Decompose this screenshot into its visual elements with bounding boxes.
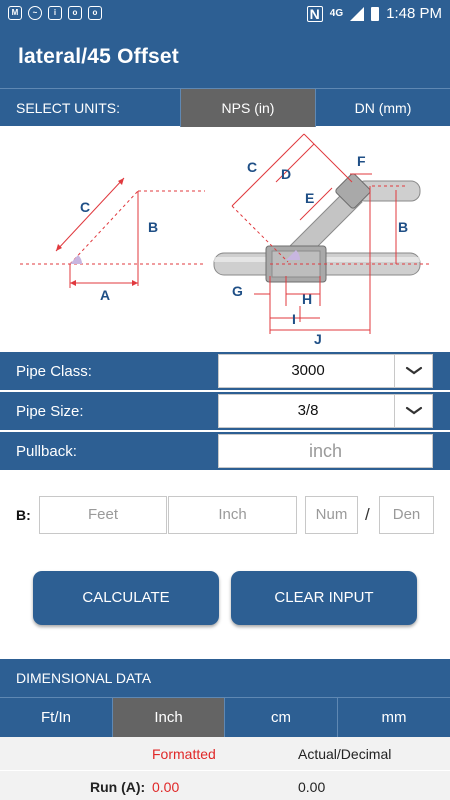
pipe-label-j: J xyxy=(314,331,322,347)
page-title: lateral/45 Offset xyxy=(18,45,179,68)
triangle-label-b: B xyxy=(148,219,158,235)
notification-icons: M ~ i o o xyxy=(8,6,102,20)
column-header-actual: Actual/Decimal xyxy=(298,746,392,762)
tab-cm[interactable]: cm xyxy=(224,698,337,738)
units-label: SELECT UNITS: xyxy=(16,100,120,116)
fraction-slash: / xyxy=(365,505,370,524)
messenger-icon: ~ xyxy=(28,6,42,20)
b-denominator-input[interactable]: Den xyxy=(379,496,434,534)
imdb-icon: i xyxy=(48,6,62,20)
calculate-button[interactable]: CALCULATE xyxy=(33,571,219,625)
pipe-label-e: E xyxy=(305,190,314,206)
pipe-label-f: F xyxy=(357,153,366,169)
units-option-nps[interactable]: NPS (in) xyxy=(180,89,315,127)
battery-icon xyxy=(371,6,380,21)
divider xyxy=(0,770,450,771)
network-type: 4G xyxy=(329,8,344,19)
dimensional-data-title: DIMENSIONAL DATA xyxy=(16,670,152,686)
triangle-label-a: A xyxy=(100,287,110,303)
b-numerator-input[interactable]: Num xyxy=(305,496,358,534)
pipe-size-label: Pipe Size: xyxy=(16,403,84,420)
instagram-icon: o xyxy=(68,6,82,20)
unit-tabs: Ft/In Inch cm mm xyxy=(0,697,450,738)
nfc-icon: N xyxy=(306,5,323,22)
status-bar: M ~ i o o N 4G 1:48 PM xyxy=(0,0,450,28)
b-inch-input[interactable]: Inch xyxy=(168,496,297,534)
diagram-svg: C B A C D E F B G H I J xyxy=(20,133,430,347)
pipe-class-label: Pipe Class: xyxy=(16,363,92,380)
pipe-class-row: Pipe Class: 3000 xyxy=(0,352,450,390)
b-feet-input[interactable]: Feet xyxy=(39,496,167,534)
units-option-dn[interactable]: DN (mm) xyxy=(315,89,450,127)
pipe-label-h: H xyxy=(302,291,312,307)
tab-mm[interactable]: mm xyxy=(337,698,450,738)
pipe-label-g: G xyxy=(232,283,243,299)
pullback-row: Pullback: inch xyxy=(0,432,450,470)
pullback-label: Pullback: xyxy=(16,443,77,460)
pipe-size-row: Pipe Size: 3/8 xyxy=(0,392,450,430)
pipe-fitting-diagram: C D E F B G H I J xyxy=(213,133,430,347)
pipe-class-select[interactable]: 3000 xyxy=(218,354,433,388)
row-value-actual: 0.00 xyxy=(298,779,326,795)
pullback-input[interactable]: inch xyxy=(218,434,433,468)
gmail-icon: M xyxy=(8,6,22,20)
row-label-run: Run (A): xyxy=(90,779,146,795)
triangle-diagram: C B A xyxy=(20,177,205,303)
pipe-size-value: 3/8 xyxy=(297,402,319,419)
tab-inch[interactable]: Inch xyxy=(112,698,224,738)
system-icons: N 4G 1:48 PM xyxy=(306,5,442,22)
pipe-label-i: I xyxy=(292,311,296,327)
pipe-label-d: D xyxy=(281,166,291,182)
triangle-label-c: C xyxy=(80,199,90,215)
tab-ft-in[interactable]: Ft/In xyxy=(0,698,112,738)
results-table: Formatted Actual/Decimal Run (A): 0.00 0… xyxy=(0,737,450,800)
pipe-class-value: 3000 xyxy=(291,362,325,379)
dimensional-data-header: DIMENSIONAL DATA xyxy=(0,659,450,697)
column-header-formatted: Formatted xyxy=(152,746,216,762)
pipe-label-b: B xyxy=(398,219,408,235)
signal-icon xyxy=(350,6,365,21)
app-bar: lateral/45 Offset xyxy=(0,28,450,88)
chevron-down-icon[interactable] xyxy=(394,395,432,427)
b-label: B: xyxy=(16,507,31,523)
chevron-down-icon[interactable] xyxy=(394,355,432,387)
row-value-formatted: 0.00 xyxy=(152,779,180,795)
pipe-label-c: C xyxy=(247,159,257,175)
units-selector: SELECT UNITS: NPS (in) DN (mm) xyxy=(0,88,450,127)
clear-input-button[interactable]: CLEAR INPUT xyxy=(231,571,417,625)
lateral-offset-diagram: C B A C D E F B G H I J xyxy=(0,126,450,350)
pipe-size-select[interactable]: 3/8 xyxy=(218,394,433,428)
clock: 1:48 PM xyxy=(386,5,442,22)
instagram-icon: o xyxy=(88,6,102,20)
